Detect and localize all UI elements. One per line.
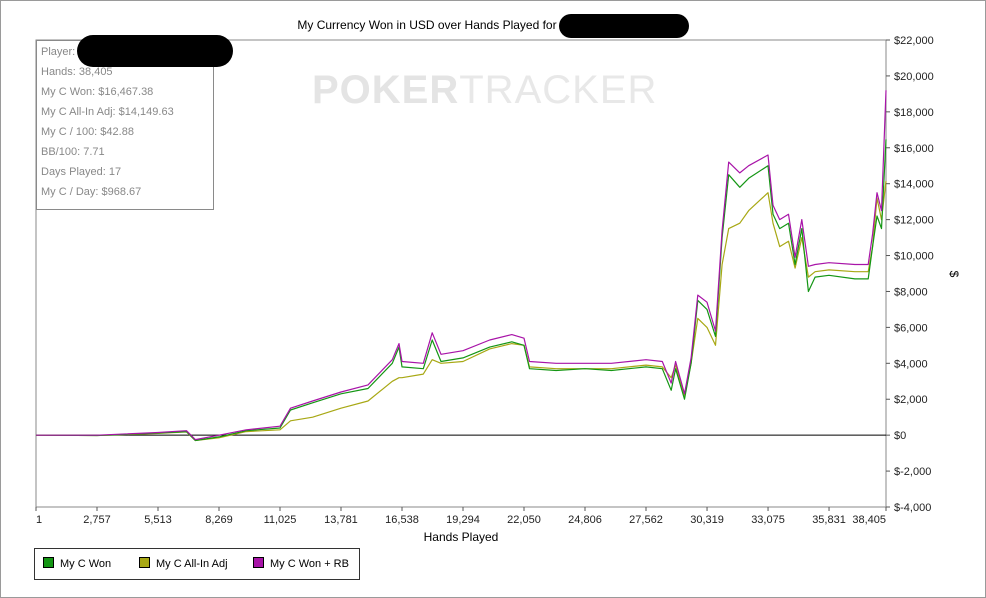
- y-tick-label: $-2,000: [894, 466, 931, 478]
- x-tick-label: 1: [36, 514, 42, 526]
- y-tick-label: $4,000: [894, 358, 928, 370]
- legend-item: My C Won + RB: [253, 557, 349, 570]
- legend-swatch: [43, 557, 54, 568]
- x-tick-label: 24,806: [568, 514, 602, 526]
- y-tick-label: $14,000: [894, 179, 934, 191]
- y-tick-label: $16,000: [894, 143, 934, 155]
- x-tick-label: 5,513: [144, 514, 172, 526]
- y-tick-label: $12,000: [894, 215, 934, 227]
- chart-title-text: My Currency Won in USD over Hands Played…: [297, 18, 557, 33]
- pokertracker-logo: POKERTRACKER: [312, 68, 657, 113]
- stat-bb-100: BB/100: 7.71: [41, 146, 105, 158]
- legend-swatch: [139, 557, 150, 568]
- x-tick-label: 11,025: [264, 514, 297, 526]
- x-tick-label: 13,781: [324, 514, 358, 526]
- redaction-mark: [77, 35, 233, 67]
- stats-box: Player: Hands: 38,405 My C Won: $16,467.…: [36, 35, 233, 210]
- x-tick-label: 2,757: [83, 514, 111, 526]
- y-tick-label: $10,000: [894, 251, 934, 263]
- y-tick-label: $8,000: [894, 286, 928, 298]
- legend-item: My C All-In Adj: [139, 557, 228, 570]
- x-tick-label: 35,831: [812, 514, 846, 526]
- stat-hands: Hands: 38,405: [41, 66, 113, 78]
- x-tick-label: 38,405: [852, 514, 886, 526]
- x-tick-label: 8,269: [205, 514, 233, 526]
- x-tick-label: 22,050: [507, 514, 541, 526]
- stat-per-100: My C / 100: $42.88: [41, 126, 134, 138]
- stat-per-day: My C / Day: $968.67: [41, 186, 142, 198]
- stat-won: My C Won: $16,467.38: [41, 86, 154, 98]
- x-tick-label: 16,538: [385, 514, 419, 526]
- legend-label: My C Won + RB: [270, 558, 349, 570]
- stat-days-played: Days Played: 17: [41, 166, 122, 178]
- legend-label: My C Won: [60, 558, 112, 570]
- stat-allin-adj: My C All-In Adj: $14,149.63: [41, 106, 174, 118]
- stat-player: Player:: [41, 46, 76, 58]
- redaction-mark: [558, 14, 689, 38]
- logo-thin-text: TRACKER: [459, 68, 658, 112]
- y-tick-label: $2,000: [894, 394, 928, 406]
- y-tick-label: $0: [894, 430, 906, 442]
- x-axis-title: Hands Played: [424, 530, 499, 544]
- y-tick-label: $-4,000: [894, 502, 931, 514]
- x-tick-label: 30,319: [690, 514, 724, 526]
- x-tick-label: 19,294: [446, 514, 480, 526]
- y-axis-title: $: [947, 271, 961, 278]
- legend-label: My C All-In Adj: [156, 558, 228, 570]
- y-tick-label: $18,000: [894, 107, 934, 119]
- logo-bold-text: POKER: [312, 68, 460, 112]
- legend-item: My C Won: [43, 557, 111, 570]
- x-tick-label: 33,075: [751, 514, 785, 526]
- chart-legend: My C Won My C All-In Adj My C Won + RB: [34, 548, 360, 580]
- y-tick-label: $20,000: [894, 71, 934, 83]
- y-tick-label: $6,000: [894, 322, 928, 334]
- legend-swatch: [253, 557, 264, 568]
- x-tick-label: 27,562: [629, 514, 663, 526]
